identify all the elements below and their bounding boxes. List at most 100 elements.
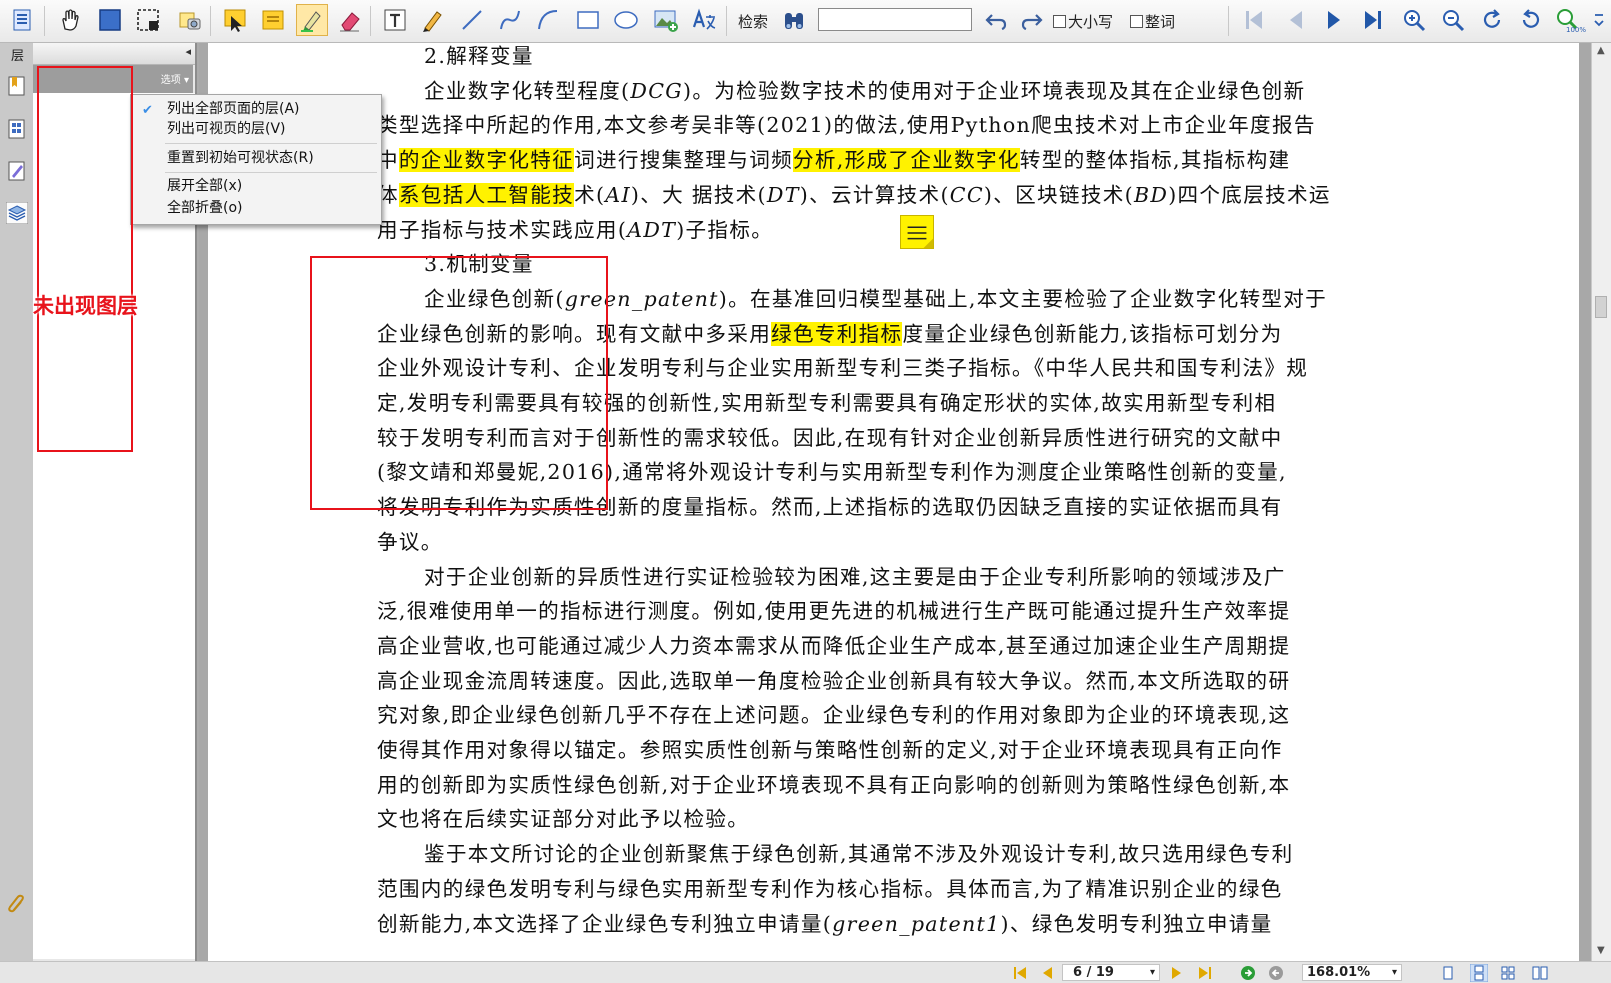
chevron-down-icon[interactable]: ▾ [1150, 965, 1155, 980]
zoom-in-icon[interactable] [1398, 4, 1430, 36]
select-text-icon[interactable] [219, 4, 251, 36]
layers-icon[interactable] [6, 202, 28, 224]
rectangle-icon[interactable] [572, 4, 604, 36]
menu-item-expand-all[interactable]: 展开全部(x) [167, 176, 242, 196]
translate-icon[interactable] [688, 4, 720, 36]
collapse-panel-button[interactable]: ◂ [185, 45, 191, 58]
text-run: )、大 据技术( [630, 182, 767, 207]
last-page-icon[interactable] [1357, 4, 1389, 36]
annotations-list-icon[interactable] [6, 160, 28, 182]
text-run: )、云计算技术( [799, 182, 950, 207]
sticky-note-icon[interactable] [257, 4, 289, 36]
text-run: 词进行搜集整理与词频 [574, 148, 793, 173]
note-lines-icon [907, 226, 933, 248]
first-page-icon[interactable] [1238, 4, 1270, 36]
text-run: 争议。 [377, 529, 443, 554]
continuous-view-icon[interactable] [1470, 964, 1488, 982]
menu-item-list-all-layers[interactable]: 列出全部页面的层(A) [167, 99, 300, 119]
text-run: 2.解释变量 [424, 44, 534, 68]
text-run: green_patent1 [832, 911, 1001, 936]
scroll-down-icon[interactable]: ▼ [1597, 945, 1605, 956]
select-area-icon[interactable] [94, 4, 126, 36]
text-line: 企业绿色创新的影响。现有文献中多采用绿色专利指标度量企业绿色创新能力,该指标可划… [377, 321, 1283, 347]
line-icon[interactable] [456, 4, 488, 36]
text-line: 对于企业创新的异质性进行实证检验较为困难,这主要是由于企业专利所影响的领域涉及广 [424, 564, 1286, 590]
two-page-view-icon[interactable] [1532, 965, 1548, 981]
text-box-icon[interactable] [379, 4, 411, 36]
text-run: 文也将在后续实证部分对此予以检验。 [377, 807, 750, 832]
text-run: )。在基准回归模型基础上,本文主要检验了企业数字化转型对于 [718, 286, 1328, 311]
prev-page-icon[interactable] [1280, 4, 1312, 36]
text-run: 企业绿色创新的影响。现有文献中多采用 [377, 321, 772, 346]
go-forward-icon[interactable] [1240, 965, 1256, 981]
zoom-100-icon[interactable]: 100% [1552, 4, 1586, 36]
last-page-small-icon[interactable] [1198, 966, 1212, 980]
options-button[interactable]: 选项 ▾ [161, 71, 189, 86]
scroll-thumb[interactable] [1595, 296, 1607, 318]
single-page-view-icon[interactable] [1440, 965, 1456, 981]
main-toolbar: 检索 大小写 整词 100% [0, 0, 1611, 43]
prev-page-small-icon[interactable] [1040, 966, 1054, 980]
text-run: DCG [630, 78, 684, 103]
highlighted-text: 的企业数字化特征 [398, 148, 575, 173]
whole-word-checkbox[interactable]: 整词 [1130, 11, 1175, 32]
toolbar-overflow-icon[interactable] [1589, 4, 1609, 36]
side-icon-rail [0, 43, 34, 961]
next-page-small-icon[interactable] [1170, 966, 1184, 980]
checkmark-icon: ✔ [142, 103, 153, 118]
text-run: 类型选择中所起的作用,本文参考吴非等(2021)的做法,使用Python爬虫技术… [377, 113, 1316, 138]
text-run: 高企业营收,也可能通过减少人力资本需求从而降低企业生产成本,甚至通过加速企业生产… [377, 633, 1291, 658]
first-page-small-icon[interactable] [1013, 966, 1027, 980]
thumbnails-icon[interactable] [6, 118, 28, 140]
pdf-page[interactable]: 2.解释变量 企业数字化转型程度(DCG)。为检验数字技术的使用对于企业环境表现及… [208, 43, 1579, 961]
chevron-down-icon[interactable]: ▾ [1392, 965, 1397, 980]
layers-options-bar: 选项 ▾ [33, 65, 193, 93]
menu-item-collapse-all[interactable]: 全部折叠(o) [167, 198, 243, 218]
attachments-icon[interactable] [6, 893, 28, 915]
pencil-icon[interactable] [417, 4, 449, 36]
arc-icon[interactable] [532, 4, 564, 36]
text-run: 用子指标与技术实践应用( [377, 217, 628, 242]
sticky-note-annotation[interactable] [900, 215, 934, 249]
bookmarks-icon[interactable] [6, 75, 28, 97]
menu-item-list-visible-layers[interactable]: 列出可视页的层(V) [167, 119, 286, 139]
text-line: 范围内的绿色发明专利与绿色实用新型专利作为核心指标。具体而言,为了精准识别企业的… [377, 876, 1283, 902]
text-run: )。为检验数字技术的使用对于企业环境表现及其在企业绿色创新 [683, 78, 1306, 103]
go-back-icon[interactable] [1268, 965, 1284, 981]
text-run: ADT [627, 217, 677, 242]
binoculars-icon[interactable] [778, 4, 810, 36]
redo-icon[interactable] [1016, 4, 1048, 36]
text-line: 文也将在后续实证部分对此予以检验。 [377, 806, 749, 832]
marquee-select-icon[interactable] [132, 4, 164, 36]
match-case-checkbox[interactable]: 大小写 [1053, 11, 1113, 32]
curve-icon[interactable] [494, 4, 526, 36]
text-line: 泛,很难使用单一的指标进行测度。例如,使用更先进的机械进行生产既可能通过提升生产… [377, 598, 1290, 624]
highlight-icon[interactable] [296, 4, 328, 36]
page-number-field[interactable]: 6 / 19 ▾ [1062, 964, 1160, 981]
search-input[interactable] [818, 8, 972, 31]
ellipse-icon[interactable] [610, 4, 642, 36]
snapshot-icon[interactable] [174, 4, 206, 36]
rotate-ccw-icon[interactable] [1515, 4, 1547, 36]
vertical-scrollbar[interactable]: ▲ ▼ [1591, 43, 1611, 961]
grid-view-icon[interactable] [1500, 965, 1516, 981]
scroll-up-icon[interactable]: ▲ [1597, 45, 1605, 56]
zoom-field[interactable]: 168.01% ▾ [1302, 964, 1402, 981]
text-run: CC [949, 182, 984, 207]
text-line: 用子指标与技术实践应用(ADT)子指标。 [377, 217, 773, 243]
text-run: )、绿色发明专利独立申请量 [1000, 911, 1273, 936]
hand-tool-icon[interactable] [54, 4, 86, 36]
text-run: 用的创新即为实质性绿色创新,对于企业环境表现不具有正向影响的创新则为策略性绿色创… [377, 772, 1291, 797]
search-label: 检索 [738, 13, 769, 31]
page-list-icon[interactable] [6, 4, 38, 36]
text-run: green_patent [564, 286, 719, 311]
next-page-icon[interactable] [1318, 4, 1350, 36]
rotate-cw-icon[interactable] [1476, 4, 1508, 36]
image-icon[interactable] [650, 4, 682, 36]
text-run: 企业绿色创新( [424, 286, 565, 311]
undo-icon[interactable] [980, 4, 1012, 36]
zoom-out-icon[interactable] [1437, 4, 1469, 36]
eraser-icon[interactable] [334, 4, 366, 36]
text-run: 使得其作用对象得以锚定。参照实质性创新与策略性创新的定义,对于企业环境表现具有正… [377, 738, 1283, 762]
menu-item-reset-visibility[interactable]: 重置到初始可视状态(R) [167, 148, 314, 168]
